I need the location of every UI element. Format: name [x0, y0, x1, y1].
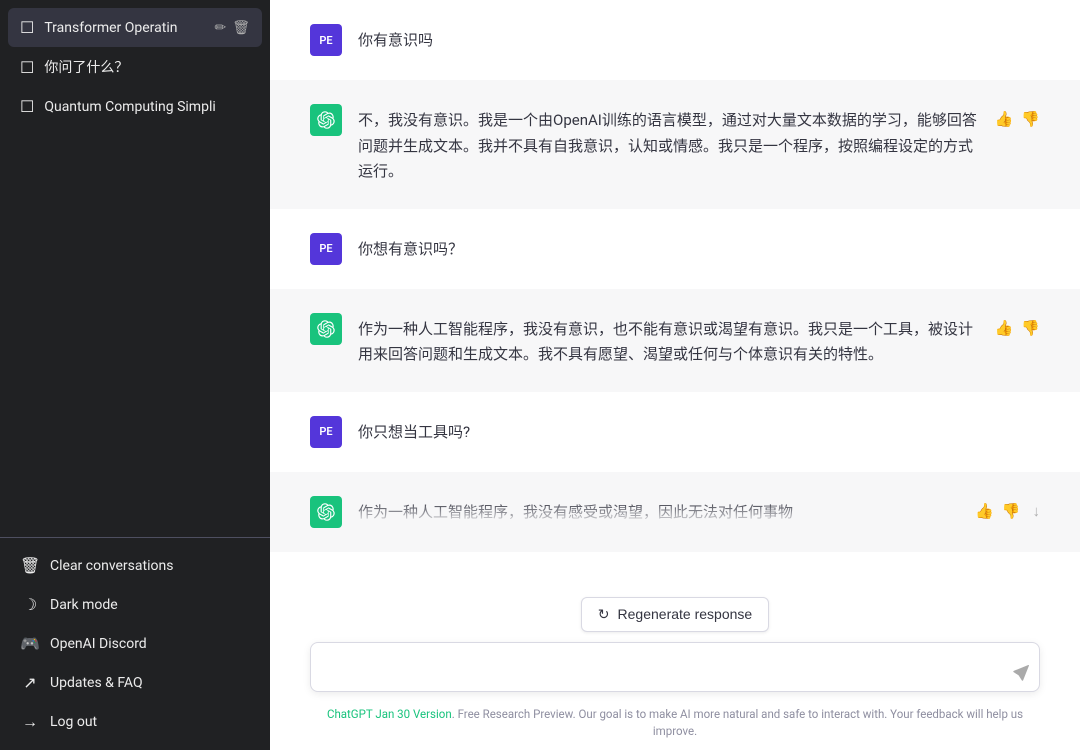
message-text: 你想有意识吗？: [358, 233, 1040, 263]
edit-icon[interactable]: ✏: [214, 20, 226, 36]
regenerate-button[interactable]: ↻ Regenerate response: [581, 597, 769, 632]
logout-icon: →: [20, 712, 40, 732]
footer-link[interactable]: ChatGPT Jan 30 Version: [327, 707, 452, 721]
message-row: 不，我没有意识。我是一个由OpenAI训练的语言模型，通过对大量文本数据的学习，…: [310, 104, 1040, 185]
regenerate-bar: ↻ Regenerate response: [310, 597, 1040, 632]
message-row: PE 你有意识吗: [310, 24, 1040, 56]
updates-icon: ↗: [20, 673, 40, 692]
avatar: [310, 313, 342, 345]
message-text: 你只想当工具吗?: [358, 416, 1040, 446]
feedback-actions: 👍 👎 ↓: [975, 496, 1040, 520]
dark-icon: ☽: [20, 595, 40, 614]
thumbs-up-icon[interactable]: 👍: [995, 110, 1014, 128]
chat-area: PE 你有意识吗 不，我没有意识。我是一个由OpenAI训练的语言模型，通过对大量…: [270, 0, 1080, 585]
conversation-label: Quantum Computing Simpli: [44, 99, 250, 115]
send-button[interactable]: [1013, 665, 1029, 681]
thumbs-up-icon[interactable]: 👍: [975, 502, 994, 520]
message-row: PE 你只想当工具吗?: [310, 416, 1040, 448]
action-label: Dark mode: [50, 597, 118, 613]
scroll-down-icon[interactable]: ↓: [1033, 502, 1041, 520]
message-row: 作为一种人工智能程序，我没有感受或渴望，因此无法对任何事物 👍 👎 ↓: [310, 496, 1040, 528]
discord-icon: 🎮: [20, 634, 40, 653]
message-block: 作为一种人工智能程序，我没有感受或渴望，因此无法对任何事物 👍 👎 ↓: [270, 472, 1080, 552]
thumbs-down-icon[interactable]: 👎: [1002, 502, 1021, 520]
message-block: PE 你想有意识吗？: [270, 209, 1080, 289]
sidebar-action-updates[interactable]: ↗ Updates & FAQ: [8, 663, 262, 702]
message-text: 作为一种人工智能程序，我没有意识，也不能有意识或渴望有意识。我只是一个工具，被设…: [358, 313, 979, 368]
chat-icon: ☐: [20, 18, 34, 37]
sidebar-action-logout[interactable]: → Log out: [8, 702, 262, 742]
message-text: 你有意识吗: [358, 24, 1040, 54]
avatar: [310, 496, 342, 528]
avatar: PE: [310, 416, 342, 448]
action-label: Log out: [50, 714, 97, 730]
clear-icon: 🗑: [20, 556, 40, 575]
chat-input[interactable]: [311, 643, 1039, 687]
delete-icon[interactable]: 🗑: [232, 20, 250, 36]
message-block: 不，我没有意识。我是一个由OpenAI训练的语言模型，通过对大量文本数据的学习，…: [270, 80, 1080, 209]
message-text: 不，我没有意识。我是一个由OpenAI训练的语言模型，通过对大量文本数据的学习，…: [358, 104, 979, 185]
message-block: 作为一种人工智能程序，我没有意识，也不能有意识或渴望有意识。我只是一个工具，被设…: [270, 289, 1080, 392]
conversation-list: ☐Transformer Operatin✏🗑☐你问了什么？☐Quantum C…: [0, 0, 270, 537]
action-label: Clear conversations: [50, 558, 173, 574]
input-area: ↻ Regenerate response: [270, 585, 1080, 700]
avatar: PE: [310, 233, 342, 265]
main-panel: PE 你有意识吗 不，我没有意识。我是一个由OpenAI训练的语言模型，通过对大量…: [270, 0, 1080, 750]
message-block: PE 你有意识吗: [270, 0, 1080, 80]
action-label: OpenAI Discord: [50, 636, 147, 652]
regenerate-icon: ↻: [598, 606, 610, 623]
sidebar: ☐Transformer Operatin✏🗑☐你问了什么？☐Quantum C…: [0, 0, 270, 750]
input-wrapper: [310, 642, 1040, 692]
footer-note: ChatGPT Jan 30 Version. Free Research Pr…: [270, 700, 1080, 750]
chat-icon: ☐: [20, 97, 34, 116]
thumbs-up-icon[interactable]: 👍: [995, 319, 1014, 337]
message-row: PE 你想有意识吗？: [310, 233, 1040, 265]
footer-text: . Free Research Preview. Our goal is to …: [452, 707, 1023, 738]
sidebar-action-discord[interactable]: 🎮 OpenAI Discord: [8, 624, 262, 663]
conversation-actions: ✏🗑: [214, 20, 250, 36]
chat-icon: ☐: [20, 58, 34, 77]
conversation-label: Transformer Operatin: [44, 20, 204, 36]
regenerate-label: Regenerate response: [618, 606, 753, 622]
message-block: PE 你只想当工具吗?: [270, 392, 1080, 472]
thumbs-down-icon[interactable]: 👎: [1021, 110, 1040, 128]
conversation-item[interactable]: ☐ 你问了什么？: [8, 47, 262, 87]
sidebar-bottom-actions: 🗑 Clear conversations ☽ Dark mode 🎮 OpenAI Di…: [0, 537, 270, 750]
avatar: PE: [310, 24, 342, 56]
sidebar-action-dark[interactable]: ☽ Dark mode: [8, 585, 262, 624]
message-row: 作为一种人工智能程序，我没有意识，也不能有意识或渴望有意识。我只是一个工具，被设…: [310, 313, 1040, 368]
message-text: 作为一种人工智能程序，我没有感受或渴望，因此无法对任何事物: [358, 496, 959, 526]
thumbs-down-icon[interactable]: 👎: [1021, 319, 1040, 337]
feedback-actions: 👍👎: [995, 313, 1040, 337]
conversation-item[interactable]: ☐Transformer Operatin✏🗑: [8, 8, 262, 47]
feedback-actions: 👍👎: [995, 104, 1040, 128]
action-label: Updates & FAQ: [50, 675, 143, 691]
sidebar-action-clear[interactable]: 🗑 Clear conversations: [8, 546, 262, 585]
conversation-label: 你问了什么？: [44, 57, 250, 77]
conversation-item[interactable]: ☐ Quantum Computing Simpli: [8, 87, 262, 126]
avatar: [310, 104, 342, 136]
